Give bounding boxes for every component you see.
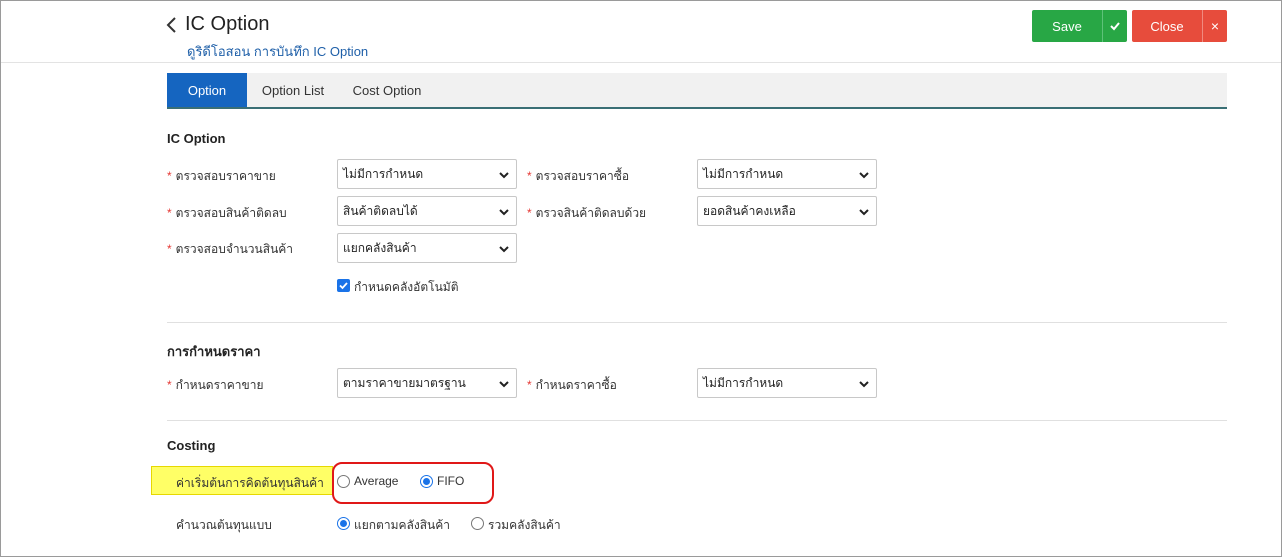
section-title-ic-option: IC Option [167, 131, 226, 146]
close-x-button[interactable]: × [1202, 10, 1227, 42]
purchase-price-check-select[interactable]: ไม่มีการกำหนด [697, 159, 877, 189]
tab-bar: Option Option List Cost Option [167, 73, 1227, 109]
sale-price-select[interactable]: ตามราคาขายมาตรฐาน [337, 368, 517, 398]
chevron-down-icon [859, 209, 869, 216]
chevron-down-icon [859, 381, 869, 388]
field-label-sale-price: * กำหนดราคาขาย [167, 378, 264, 392]
check-icon [1110, 22, 1120, 31]
chevron-left-icon[interactable] [165, 15, 179, 35]
radio-average-label: Average [354, 474, 399, 488]
close-button[interactable]: Close [1132, 10, 1202, 42]
radio-average[interactable] [337, 475, 350, 488]
auto-warehouse-checkbox[interactable] [337, 279, 350, 292]
chevron-down-icon [859, 172, 869, 179]
page-title: IC Option [185, 13, 270, 35]
tab-option-list[interactable]: Option List [253, 73, 333, 107]
save-button[interactable]: Save [1032, 10, 1102, 42]
check-icon [339, 282, 348, 290]
section-divider [167, 420, 1227, 421]
section-title-costing: Costing [167, 438, 216, 453]
window-frame: IC Option ดูริดีโอสอน การบันทึก IC Optio… [0, 0, 1282, 557]
field-label-negative-stock-check: * ตรวจสอบสินค้าติดลบ [167, 206, 287, 220]
field-label-purchase-price: * กำหนดราคาซื้อ [527, 378, 617, 392]
tab-cost-option[interactable]: Cost Option [343, 73, 431, 107]
radio-fifo-label: FIFO [437, 474, 465, 488]
page-header: IC Option ดูริดีโอสอน การบันทึก IC Optio… [1, 1, 1281, 63]
purchase-price-select[interactable]: ไม่มีการกำหนด [697, 368, 877, 398]
negative-stock-by-select[interactable]: ยอดสินค้าคงเหลือ [697, 196, 877, 226]
radio-combined-warehouse[interactable] [471, 517, 484, 530]
field-label-quantity-check: * ตรวจสอบจำนวนสินค้า [167, 242, 294, 256]
cost-calc-label: คำนวณต้นทุนแบบ [176, 518, 272, 532]
radio-combined-warehouse-label: รวมคลังสินค้า [488, 518, 561, 532]
chevron-down-icon [499, 381, 509, 388]
auto-warehouse-label: กำหนดคลังอัตโนมัติ [354, 280, 459, 294]
quantity-check-select[interactable]: แยกคลังสินค้า [337, 233, 517, 263]
close-icon: × [1210, 18, 1220, 34]
section-divider [167, 322, 1227, 323]
tutorial-link[interactable]: ดูริดีโอสอน การบันทึก IC Option [187, 41, 368, 62]
section-title-pricing: การกำหนดราคา [167, 344, 261, 359]
negative-stock-check-select[interactable]: สินค้าติดลบได้ [337, 196, 517, 226]
field-label-sale-price-check: * ตรวจสอบราคาขาย [167, 169, 276, 183]
tab-option[interactable]: Option [167, 73, 247, 107]
chevron-down-icon [499, 172, 509, 179]
save-confirm-button[interactable] [1102, 10, 1127, 42]
radio-fifo[interactable] [420, 475, 433, 488]
chevron-down-icon [499, 209, 509, 216]
radio-by-warehouse[interactable] [337, 517, 350, 530]
field-label-negative-stock-by: * ตรวจสินค้าติดลบด้วย [527, 206, 647, 220]
chevron-down-icon [499, 246, 509, 253]
sale-price-check-select[interactable]: ไม่มีการกำหนด [337, 159, 517, 189]
field-label-purchase-price-check: * ตรวจสอบราคาซื้อ [527, 169, 630, 183]
radio-by-warehouse-label: แยกตามคลังสินค้า [354, 518, 451, 532]
costing-method-label: ค่าเริ่มต้นการคิดต้นทุนสินค้า [176, 476, 324, 490]
